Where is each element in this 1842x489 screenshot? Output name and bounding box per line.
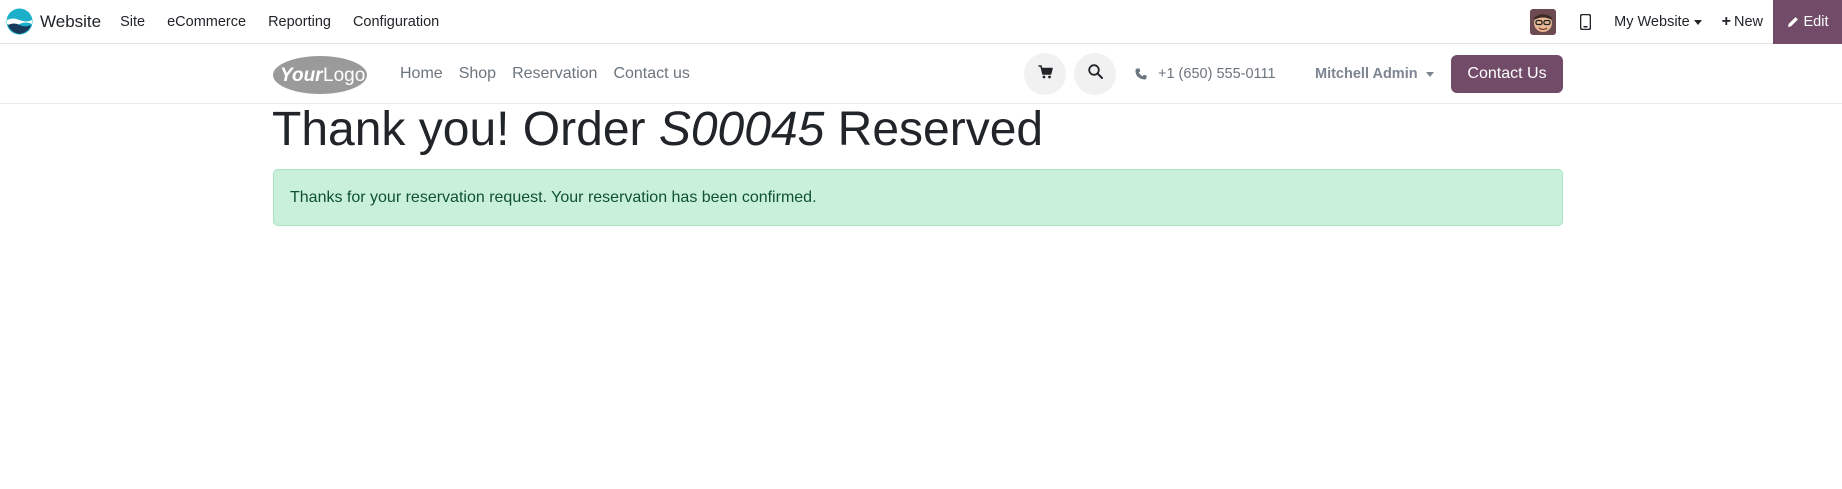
menu-configuration[interactable]: Configuration [342,14,450,30]
website-app-icon [6,8,33,35]
title-prefix: Thank you! Order [272,103,659,156]
cart-button[interactable] [1024,53,1066,95]
user-avatar[interactable] [1530,9,1557,35]
user-name: Mitchell Admin [1315,66,1418,82]
backend-navbar: Website Site eCommerce Reporting Configu… [0,0,1842,44]
edit-button-label: Edit [1803,14,1829,30]
site-logo[interactable]: Your Logo [272,53,368,95]
search-icon [1087,64,1103,84]
chevron-down-icon [1693,19,1702,25]
shopping-cart-icon [1038,64,1053,84]
topbar-actions: My Website + New Edit [1530,0,1842,44]
menu-reporting[interactable]: Reporting [257,14,342,30]
mobile-preview-icon[interactable] [1578,13,1592,31]
app-name: Website [40,11,102,31]
menu-site[interactable]: Site [109,14,156,30]
app-brand[interactable]: Website [6,8,101,35]
website-selector[interactable]: My Website [1614,14,1702,30]
page-title: Thank you! Order S00045 Reserved [272,102,1043,158]
plus-icon: + [1721,13,1731,30]
nav-shop[interactable]: Shop [451,65,504,83]
phone-number: +1 (650) 555-0111 [1158,66,1276,82]
chevron-down-icon [1425,71,1434,77]
phone-icon [1135,68,1147,80]
nav-contact-us[interactable]: Contact us [605,65,697,83]
search-button[interactable] [1074,53,1116,95]
phone-link[interactable]: +1 (650) 555-0111 [1135,44,1276,104]
site-nav: Home Shop Reservation Contact us [392,44,698,104]
edit-button[interactable]: Edit [1773,0,1842,44]
new-button-label: New [1733,14,1763,30]
svg-text:Your: Your [280,65,324,86]
title-suffix: Reserved [824,103,1044,156]
svg-text:Logo: Logo [323,65,365,86]
top-menu: Site eCommerce Reporting Configuration [109,14,450,30]
nav-reservation[interactable]: Reservation [504,65,605,83]
alert-message: Thanks for your reservation request. You… [290,188,817,206]
order-reference: S00045 [658,103,825,156]
website-selector-label: My Website [1614,14,1690,30]
pencil-icon [1787,16,1799,28]
website-header: Your Logo Home Shop Reservation Contact … [0,44,1842,104]
contact-us-button[interactable]: Contact Us [1451,55,1563,93]
menu-ecommerce[interactable]: eCommerce [156,14,257,30]
user-menu[interactable]: Mitchell Admin [1315,44,1434,104]
success-alert: Thanks for your reservation request. You… [273,169,1563,226]
new-button[interactable]: + New [1722,13,1763,31]
nav-home[interactable]: Home [392,65,451,83]
